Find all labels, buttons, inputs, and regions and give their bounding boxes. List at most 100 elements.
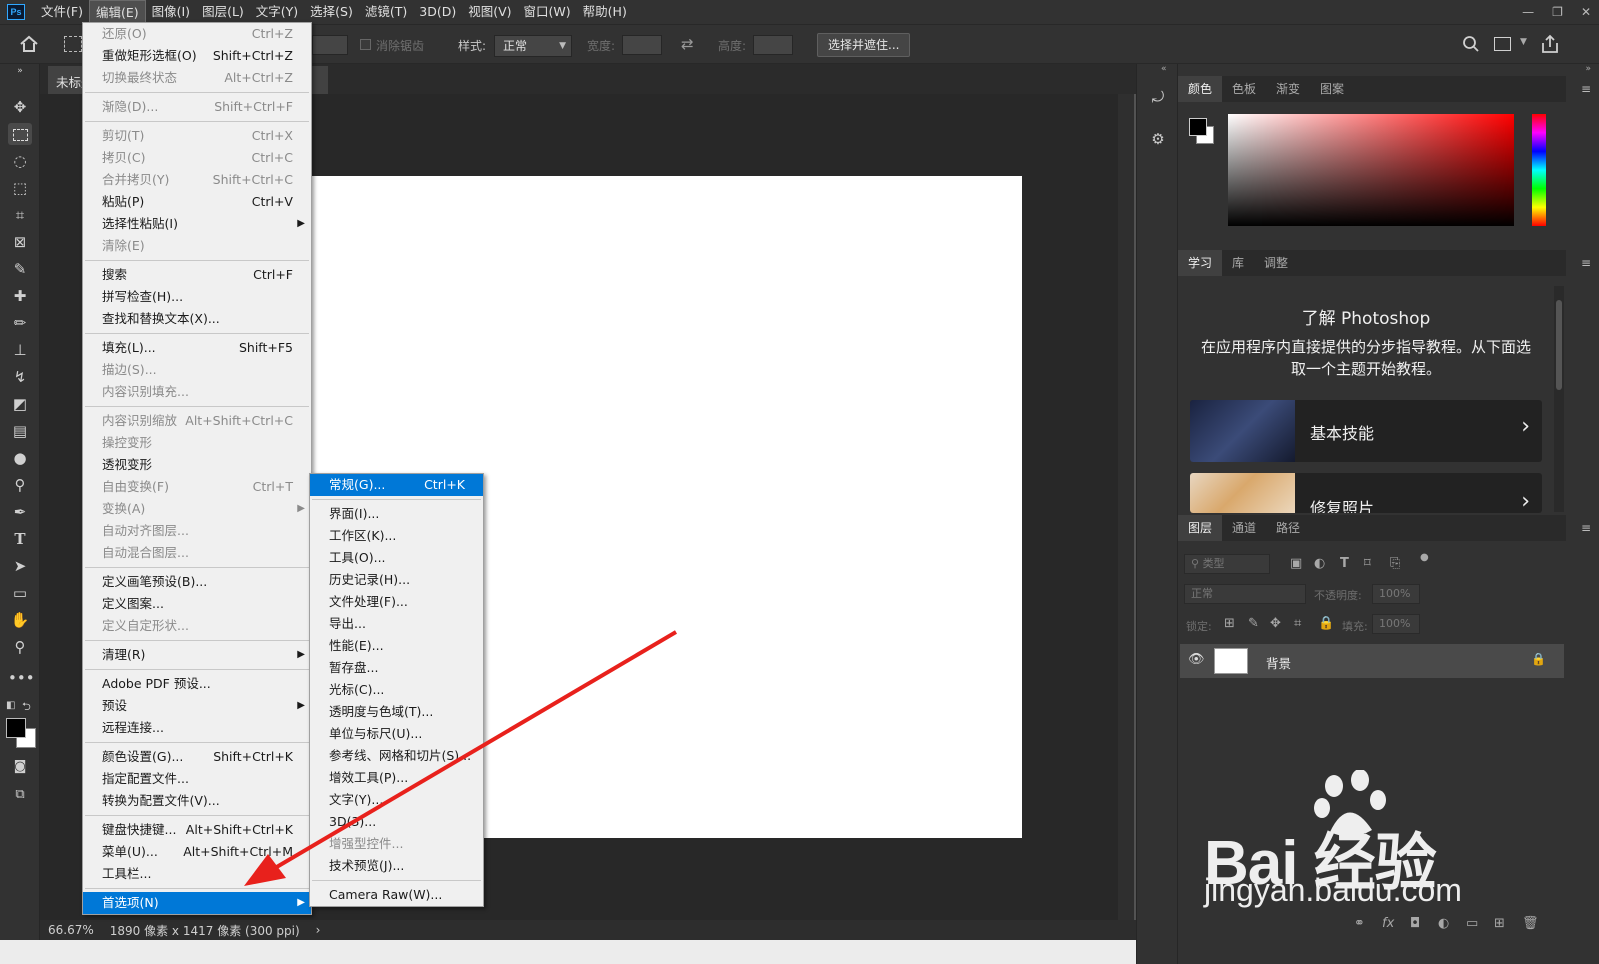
swap-colors-icon[interactable]: ⮌ xyxy=(22,698,31,717)
visibility-eye-icon[interactable]: 👁 xyxy=(1188,652,1205,667)
edit-menu-item-9[interactable]: 粘贴(P) Ctrl+V xyxy=(83,191,311,213)
eraser-tool-icon[interactable]: ◩ xyxy=(8,393,32,415)
prefs-menu-item-11[interactable]: 透明度与色域(T)... xyxy=(310,701,483,723)
path-selection-tool-icon[interactable]: ➤ xyxy=(8,555,32,577)
prefs-menu-item-9[interactable]: 暂存盘... xyxy=(310,657,483,679)
workspace-chevron-icon[interactable]: ▼ xyxy=(1520,37,1527,47)
clone-stamp-tool-icon[interactable]: ⊥ xyxy=(8,339,32,361)
edit-menu-item-17[interactable]: 填充(L)... Shift+F5 xyxy=(83,337,311,359)
marquee-preset-icon[interactable] xyxy=(64,36,82,52)
healing-brush-tool-icon[interactable]: ✚ xyxy=(8,285,32,307)
prefs-menu-item-7[interactable]: 导出... xyxy=(310,613,483,635)
edit-menu-item-47[interactable]: 首选项(N) ▶ xyxy=(83,892,311,914)
antialias-checkbox[interactable] xyxy=(360,39,371,50)
menu-type[interactable]: 文字(Y) xyxy=(250,0,304,24)
pen-tool-icon[interactable]: ✒ xyxy=(8,501,32,523)
menu-file[interactable]: 文件(F) xyxy=(35,0,89,24)
move-tool-icon[interactable]: ✥ xyxy=(8,96,32,118)
tab-layers[interactable]: 图层 xyxy=(1178,515,1223,541)
edit-menu-item-30[interactable]: 定义图案... xyxy=(83,593,311,615)
filter-toggle-icon[interactable]: ● xyxy=(1420,552,1429,563)
edit-menu-item-45[interactable]: 工具栏... xyxy=(83,863,311,885)
crop-tool-icon[interactable]: ⌗ xyxy=(8,204,32,226)
filter-adjustment-icon[interactable]: ◐ xyxy=(1314,556,1325,571)
brush-tool-icon[interactable]: ✏ xyxy=(8,312,32,334)
learn-panel-menu-icon[interactable]: ≡ xyxy=(1581,256,1591,270)
lock-image-icon[interactable]: ✎ xyxy=(1248,616,1259,631)
edit-menu-item-13[interactable]: 搜索 Ctrl+F xyxy=(83,264,311,286)
zoom-level[interactable]: 66.67% xyxy=(40,923,102,937)
gradient-tool-icon[interactable]: ▤ xyxy=(8,420,32,442)
fill-field[interactable]: 100% xyxy=(1372,614,1420,634)
swap-dimensions-icon[interactable]: ⇄ xyxy=(681,35,694,53)
filter-smart-object-icon[interactable]: ⎘ xyxy=(1390,556,1400,571)
blend-mode-select[interactable]: 正常 xyxy=(1184,584,1306,604)
edit-menu-item-41[interactable]: 转换为配置文件(V)... xyxy=(83,790,311,812)
tab-gradients[interactable]: 渐变 xyxy=(1266,76,1310,102)
filter-pixel-icon[interactable]: ▣ xyxy=(1290,556,1302,571)
edit-menu-item-1[interactable]: 重做矩形选框(O) Shift+Ctrl+Z xyxy=(83,45,311,67)
minimize-icon[interactable]: — xyxy=(1522,5,1534,19)
prefs-menu-item-13[interactable]: 参考线、网格和切片(S)... xyxy=(310,745,483,767)
menu-window[interactable]: 窗口(W) xyxy=(518,0,577,24)
prefs-menu-item-18[interactable]: 技术预览(J)... xyxy=(310,855,483,877)
close-icon[interactable]: ✕ xyxy=(1581,5,1591,19)
select-and-mask-button[interactable]: 选择并遮住... xyxy=(817,33,911,57)
rectangle-tool-icon[interactable]: ▭ xyxy=(8,582,32,604)
collapse-toolbar-icon[interactable]: » xyxy=(8,64,32,78)
prefs-menu-item-2[interactable]: 界面(I)... xyxy=(310,503,483,525)
tab-swatches[interactable]: 色板 xyxy=(1222,76,1266,102)
hue-slider[interactable] xyxy=(1532,114,1546,226)
lock-all-icon[interactable]: 🔒 xyxy=(1318,616,1334,631)
expand-dock-icon[interactable]: « xyxy=(1161,64,1167,74)
learn-card-fix-photo[interactable]: 修复照片 › xyxy=(1190,473,1542,513)
edit-menu-item-33[interactable]: 清理(R) ▶ xyxy=(83,644,311,666)
edit-menu-item-44[interactable]: 菜单(U)... Alt+Shift+Ctrl+M xyxy=(83,841,311,863)
menu-edit[interactable]: 编辑(E) xyxy=(88,0,146,24)
filter-shape-icon[interactable]: ⌑ xyxy=(1364,556,1371,571)
layer-filter-select[interactable]: ⚲ 类型 xyxy=(1184,554,1270,574)
edit-menu-item-39[interactable]: 颜色设置(G)... Shift+Ctrl+K xyxy=(83,746,311,768)
tab-channels[interactable]: 通道 xyxy=(1222,515,1266,541)
menu-image[interactable]: 图像(I) xyxy=(146,0,196,24)
prefs-menu-item-8[interactable]: 性能(E)... xyxy=(310,635,483,657)
screen-mode-icon[interactable]: ⧉ xyxy=(8,784,32,806)
tab-patterns[interactable]: 图案 xyxy=(1310,76,1354,102)
more-tools-icon[interactable]: ••• xyxy=(8,667,35,689)
hand-tool-icon[interactable]: ✋ xyxy=(8,609,32,631)
learn-panel-scrollbar[interactable] xyxy=(1554,286,1564,512)
edit-menu-item-29[interactable]: 定义画笔预设(B)... xyxy=(83,571,311,593)
menu-filter[interactable]: 滤镜(T) xyxy=(359,0,413,24)
tab-color[interactable]: 颜色 xyxy=(1178,76,1223,102)
prefs-menu-item-4[interactable]: 工具(O)... xyxy=(310,547,483,569)
style-select[interactable]: 正常 ▼ xyxy=(494,35,572,57)
prefs-menu-item-16[interactable]: 3D(3)... xyxy=(310,811,483,833)
type-tool-icon[interactable]: T xyxy=(8,528,32,550)
dodge-tool-icon[interactable]: ⚲ xyxy=(8,474,32,496)
tab-paths[interactable]: 路径 xyxy=(1266,515,1310,541)
tab-learn[interactable]: 学习 xyxy=(1178,250,1223,276)
color-panel-menu-icon[interactable]: ≡ xyxy=(1581,82,1591,96)
edit-menu-item-37[interactable]: 远程连接... xyxy=(83,717,311,739)
menu-select[interactable]: 选择(S) xyxy=(304,0,359,24)
edit-menu-item-43[interactable]: 键盘快捷键... Alt+Shift+Ctrl+K xyxy=(83,819,311,841)
object-selection-tool-icon[interactable]: ⬚ xyxy=(8,177,32,199)
prefs-menu-item-12[interactable]: 单位与标尺(U)... xyxy=(310,723,483,745)
collapse-panels-icon[interactable]: » xyxy=(1585,64,1591,74)
tab-libraries[interactable]: 库 xyxy=(1222,250,1254,276)
share-icon[interactable] xyxy=(1540,34,1560,57)
width-field[interactable] xyxy=(622,35,662,55)
menu-layer[interactable]: 图层(L) xyxy=(196,0,250,24)
delete-layer-icon[interactable]: 🗑 xyxy=(1522,916,1539,931)
zoom-tool-icon[interactable]: ⚲ xyxy=(8,636,32,658)
filter-type-icon[interactable]: T xyxy=(1340,556,1349,571)
menu-view[interactable]: 视图(V) xyxy=(462,0,517,24)
opacity-field[interactable]: 100% xyxy=(1372,584,1420,604)
foreground-color-swatch[interactable] xyxy=(6,718,26,738)
blur-tool-icon[interactable]: ● xyxy=(8,447,32,469)
edit-menu-item-15[interactable]: 查找和替换文本(X)... xyxy=(83,308,311,330)
vertical-scrollbar[interactable] xyxy=(1118,94,1134,920)
menu-3d[interactable]: 3D(D) xyxy=(413,0,462,24)
layers-panel-menu-icon[interactable]: ≡ xyxy=(1581,521,1591,535)
edit-menu-item-14[interactable]: 拼写检查(H)... xyxy=(83,286,311,308)
